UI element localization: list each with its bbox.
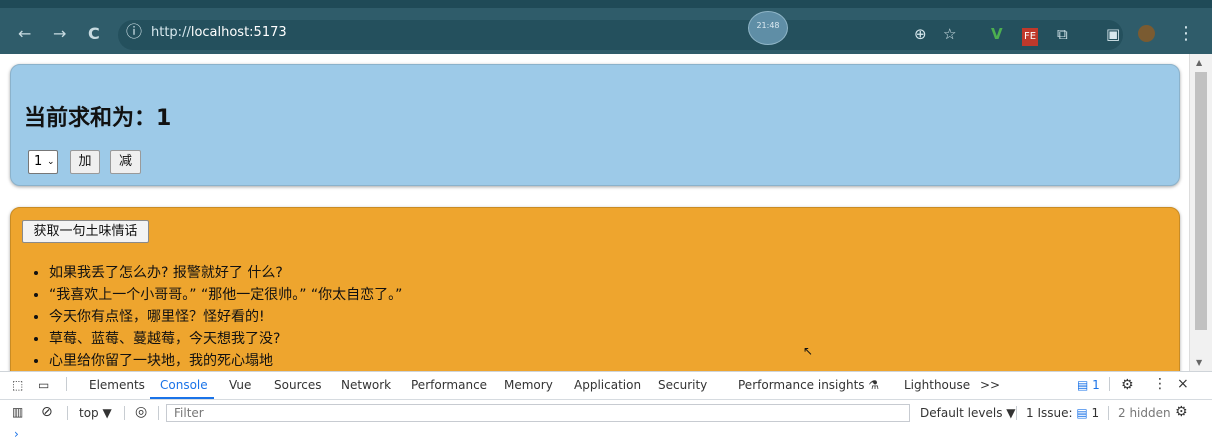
close-icon[interactable]: × bbox=[1177, 376, 1189, 392]
scroll-down-icon[interactable]: ▼ bbox=[1196, 358, 1202, 367]
extensions-icon[interactable]: ⧉ bbox=[1057, 26, 1068, 42]
tab-performance-insights[interactable]: Performance insights ⚗ bbox=[738, 378, 879, 392]
subtract-button[interactable]: 减 bbox=[110, 150, 141, 174]
tab-performance[interactable]: Performance bbox=[411, 378, 487, 392]
context-select[interactable]: top ▼ bbox=[79, 406, 112, 420]
menu-icon[interactable]: ⋮ bbox=[1177, 25, 1195, 43]
tab-application[interactable]: Application bbox=[574, 378, 641, 392]
active-tab-indicator bbox=[150, 397, 214, 399]
more-tabs-icon[interactable]: >> bbox=[980, 378, 1000, 392]
url-text[interactable]: http://localhost:5173 bbox=[151, 25, 287, 40]
list-item: 心里给你留了一块地，我的死心塌地 bbox=[49, 350, 402, 371]
back-icon[interactable]: ← bbox=[18, 26, 31, 42]
flask-icon: ⚗ bbox=[868, 378, 880, 392]
list-item: 草莓、蓝莓、蔓越莓，今天想我了没? bbox=[49, 328, 402, 350]
eye-icon[interactable]: ◎ bbox=[135, 404, 147, 420]
scroll-thumb[interactable] bbox=[1195, 72, 1207, 330]
love-card: 获取一句土味情话 如果我丢了怎么办? 报警就好了 什么? “我喜欢上一个小哥哥。… bbox=[10, 207, 1180, 371]
tab-network[interactable]: Network bbox=[341, 378, 391, 392]
love-list: 如果我丢了怎么办? 报警就好了 什么? “我喜欢上一个小哥哥。” “那他一定很帅… bbox=[49, 262, 402, 371]
devtools-tabs: ⬚ ▭ Elements Console Vue Sources Network… bbox=[0, 372, 1212, 400]
tab-vue[interactable]: Vue bbox=[229, 378, 251, 392]
sidebar-toggle-icon[interactable]: ▥ bbox=[12, 405, 23, 419]
increment-select[interactable]: 1 ⌄ bbox=[28, 150, 58, 174]
list-item: 如果我丢了怎么办? 报警就好了 什么? bbox=[49, 262, 402, 284]
site-info-icon[interactable]: ⓘ bbox=[126, 24, 142, 40]
add-button[interactable]: 加 bbox=[70, 150, 100, 174]
sum-title: 当前求和为：1 bbox=[24, 106, 172, 131]
sidebar-icon[interactable]: ▣ bbox=[1106, 26, 1120, 42]
tab-elements[interactable]: Elements bbox=[89, 378, 145, 392]
scroll-up-icon[interactable]: ▲ bbox=[1196, 58, 1202, 67]
page-content: 当前求和为：1 1⌄ 加 减 获取一句土味情话 如果我丢了怎么办? 报警就好了 … bbox=[0, 54, 1189, 371]
inspect-icon[interactable]: ⬚ bbox=[12, 378, 23, 392]
star-icon[interactable]: ☆ bbox=[943, 26, 956, 42]
issues-badge[interactable]: ▤ 1 bbox=[1077, 378, 1100, 392]
forward-icon[interactable]: → bbox=[53, 26, 66, 42]
message-icon: ▤ bbox=[1077, 378, 1089, 392]
zoom-icon[interactable]: ⊕ bbox=[914, 26, 927, 42]
list-item: “我喜欢上一个小哥哥。” “那他一定很帅。” “你太自恋了。” bbox=[49, 284, 402, 306]
filter-input[interactable]: Filter bbox=[166, 404, 910, 422]
list-item: 今天你有点怪，哪里怪？怪好看的! bbox=[49, 306, 402, 328]
profile-avatar-icon[interactable] bbox=[1138, 25, 1155, 42]
settings-icon[interactable]: ⚙ bbox=[1121, 377, 1134, 393]
browser-toolbar: ← → C ⓘ http://localhost:5173 21:48 ⊕ ☆ … bbox=[0, 0, 1212, 54]
default-levels-select[interactable]: Default levels ▼ bbox=[920, 406, 1016, 420]
reload-icon[interactable]: C bbox=[88, 26, 100, 42]
devtools-panel: ⬚ ▭ Elements Console Vue Sources Network… bbox=[0, 371, 1212, 441]
clock-badge: 21:48 bbox=[748, 11, 788, 45]
issues-link[interactable]: 1 Issue: ▤ 1 bbox=[1026, 406, 1099, 420]
tab-lighthouse[interactable]: Lighthouse bbox=[904, 378, 970, 392]
console-settings-icon[interactable]: ⚙ bbox=[1175, 404, 1188, 420]
tab-memory[interactable]: Memory bbox=[504, 378, 553, 392]
counter-card: 当前求和为：1 1 ⌄ 加 减 bbox=[10, 64, 1180, 186]
hidden-count: 2 hidden bbox=[1118, 406, 1171, 420]
clear-console-icon[interactable]: ⊘ bbox=[41, 404, 53, 420]
vue-devtools-icon[interactable]: V bbox=[991, 26, 1003, 42]
tab-console[interactable]: Console bbox=[160, 378, 208, 392]
device-toolbar-icon[interactable]: ▭ bbox=[38, 378, 49, 392]
console-toolbar: ▥ ⊘ top ▼ ◎ Filter Default levels ▼ 1 Is… bbox=[0, 401, 1212, 425]
console-prompt-icon[interactable]: › bbox=[14, 427, 19, 441]
devtools-menu-icon[interactable]: ⋮ bbox=[1153, 376, 1167, 392]
get-love-button[interactable]: 获取一句土味情话 bbox=[22, 220, 149, 243]
page-scrollbar[interactable]: ▲ ▼ bbox=[1189, 54, 1212, 371]
fe-extension-icon[interactable]: FE bbox=[1022, 28, 1039, 46]
tab-security[interactable]: Security bbox=[658, 378, 707, 392]
mouse-cursor-icon: ↖ bbox=[803, 344, 814, 358]
tab-sources[interactable]: Sources bbox=[274, 378, 321, 392]
